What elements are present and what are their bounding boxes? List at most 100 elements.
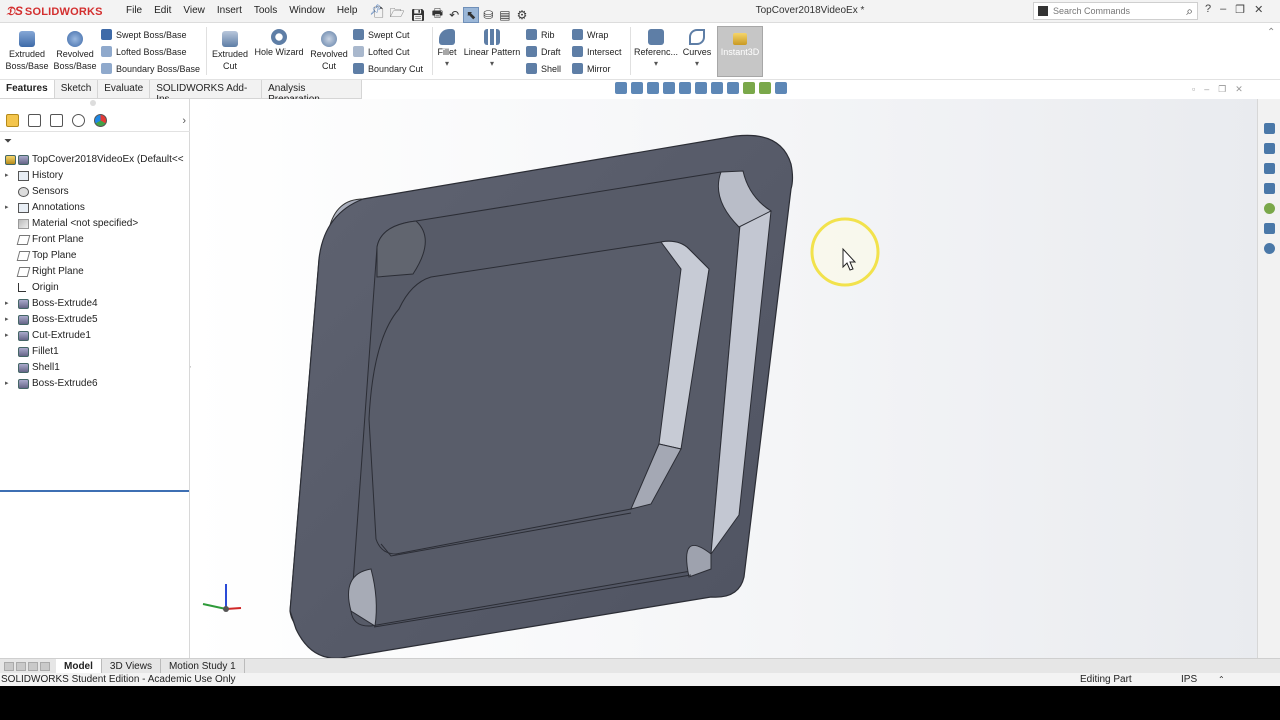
lofted-cut-button[interactable]: Lofted Cut [353, 46, 410, 57]
display-style-icon[interactable] [711, 82, 723, 94]
display-manager-tab-icon[interactable] [94, 114, 107, 127]
viewport-restore-icon[interactable]: ❐ [1218, 84, 1226, 95]
filter-icon[interactable]: ⏷ [4, 136, 12, 147]
fillet-button[interactable]: Fillet ▾ [434, 27, 460, 70]
viewport-minimize-icon[interactable]: – [1204, 84, 1209, 95]
solidworks-logo[interactable]: 𝔇S SOLIDWORKS [6, 3, 103, 20]
tree-item[interactable]: Origin [0, 280, 190, 296]
tree-item[interactable]: Fillet1 [0, 344, 190, 360]
options-icon[interactable]: ⚙ [515, 8, 530, 22]
tree-item[interactable]: ▸ Boss-Extrude5 [0, 312, 190, 328]
tree-item[interactable]: Front Plane [0, 232, 190, 248]
section-view-icon[interactable] [663, 82, 675, 94]
appearances-icon[interactable] [1264, 203, 1275, 214]
menu-edit[interactable]: Edit [148, 4, 177, 17]
expand-arrow-icon[interactable]: ▸ [5, 168, 9, 184]
new-document-icon[interactable]: 🗋 [372, 4, 386, 25]
dimxpert-manager-tab-icon[interactable] [72, 114, 85, 127]
search-scope-icon[interactable] [1038, 6, 1048, 16]
print-icon[interactable]: 🖶 [430, 4, 445, 25]
tree-item[interactable]: ▸ History [0, 168, 190, 184]
expand-arrow-icon[interactable]: ▸ [5, 328, 9, 344]
file-explorer-icon[interactable] [1264, 163, 1275, 174]
save-icon[interactable]: 💾︎ [409, 8, 428, 22]
search-input[interactable]: Search Commands [1053, 6, 1130, 16]
dynamic-annotation-icon[interactable] [679, 82, 691, 94]
tab-analysis-preparation[interactable]: Analysis Preparation [262, 80, 362, 105]
zoom-to-fit-icon[interactable] [615, 82, 627, 94]
undo-icon[interactable]: ↶ [447, 8, 461, 22]
view-settings-icon[interactable] [775, 82, 787, 94]
solidworks-forum-icon[interactable] [1264, 243, 1275, 254]
rib-button[interactable]: Rib [526, 29, 555, 40]
solidworks-resources-icon[interactable] [1264, 123, 1275, 134]
extruded-cut-button[interactable]: Extruded Cut [208, 29, 252, 72]
revolved-cut-button[interactable]: Revolved Cut [307, 29, 351, 72]
tab-features[interactable]: Features [0, 80, 55, 98]
swept-boss-button[interactable]: Swept Boss/Base [101, 29, 187, 40]
tab-sketch[interactable]: Sketch [55, 80, 99, 98]
prev-tab-icon[interactable] [16, 661, 26, 671]
minimize-icon[interactable]: – [1220, 3, 1226, 16]
view-orientation-icon[interactable] [695, 82, 707, 94]
tree-item[interactable]: ▸ Cut-Extrude1 [0, 328, 190, 344]
open-icon[interactable]: 🗁 [388, 4, 407, 25]
expand-arrow-icon[interactable]: ▸ [5, 296, 9, 312]
edit-appearance-icon[interactable] [743, 82, 755, 94]
curves-button[interactable]: Curves ▾ [681, 27, 713, 70]
file-properties-icon[interactable]: ▤ [497, 8, 512, 22]
design-library-icon[interactable] [1264, 143, 1275, 154]
reference-dropdown-icon[interactable]: ▾ [633, 58, 679, 70]
menu-view[interactable]: View [177, 4, 211, 17]
shell-button[interactable]: Shell [526, 63, 561, 74]
intersect-button[interactable]: Intersect [572, 46, 622, 57]
lofted-boss-button[interactable]: Lofted Boss/Base [101, 46, 187, 57]
tab-solidworks-add-ins[interactable]: SOLIDWORKS Add-Ins [150, 80, 263, 105]
panel-grip-icon[interactable] [90, 100, 96, 106]
search-commands[interactable]: Search Commands ⌕ [1033, 2, 1198, 20]
expand-arrow-icon[interactable]: ▸ [5, 312, 9, 328]
mirror-button[interactable]: Mirror [572, 63, 611, 74]
zoom-to-area-icon[interactable] [631, 82, 643, 94]
revolved-boss-button[interactable]: Revolved Boss/Base [52, 29, 98, 72]
unit-system[interactable]: IPS [1181, 673, 1197, 686]
search-icon[interactable]: ⌕ [1186, 4, 1193, 19]
close-icon[interactable]: ✕ [1254, 3, 1263, 16]
tree-item[interactable]: Sensors [0, 184, 190, 200]
reference-geometry-button[interactable]: Referenc... ▾ [633, 27, 679, 70]
menu-insert[interactable]: Insert [211, 4, 248, 17]
linear-pattern-button[interactable]: Linear Pattern ▾ [462, 27, 522, 70]
hide-show-items-icon[interactable] [727, 82, 739, 94]
tree-root-part[interactable]: TopCover2018VideoEx (Default<< [0, 152, 190, 168]
restore-icon[interactable]: ❐ [1235, 3, 1245, 16]
panel-expand-icon[interactable]: › [182, 115, 186, 127]
curves-dropdown-icon[interactable]: ▾ [681, 58, 713, 70]
tree-item[interactable]: Right Plane [0, 264, 190, 280]
instant3d-button[interactable]: Instant3D [717, 26, 763, 77]
unit-system-dropdown-icon[interactable]: ⌃ [1218, 673, 1225, 686]
first-tab-icon[interactable] [4, 661, 14, 671]
wrap-button[interactable]: Wrap [572, 29, 608, 40]
apply-scene-icon[interactable] [759, 82, 771, 94]
menu-tools[interactable]: Tools [248, 4, 283, 17]
viewport-close-icon[interactable]: ✕ [1235, 84, 1243, 95]
tree-item[interactable]: Material <not specified> [0, 216, 190, 232]
extruded-boss-button[interactable]: Extruded Boss/Base [4, 29, 50, 72]
tab-model[interactable]: Model [56, 658, 102, 674]
menu-help[interactable]: Help [331, 4, 364, 17]
fillet-dropdown-icon[interactable]: ▾ [434, 58, 460, 70]
tab-3d-views[interactable]: 3D Views [102, 658, 161, 674]
view-palette-icon[interactable] [1264, 183, 1275, 194]
boundary-cut-button[interactable]: Boundary Cut [353, 63, 423, 74]
part-model[interactable] [191, 99, 1257, 659]
property-manager-tab-icon[interactable] [28, 114, 41, 127]
menu-file[interactable]: File [120, 4, 148, 17]
draft-button[interactable]: Draft [526, 46, 561, 57]
last-tab-icon[interactable] [40, 661, 50, 671]
previous-view-icon[interactable] [647, 82, 659, 94]
tree-item[interactable]: ▸ Boss-Extrude4 [0, 296, 190, 312]
help-icon[interactable]: ? [1205, 3, 1211, 16]
collapse-ribbon-icon[interactable]: ⌃ [1267, 27, 1275, 38]
linear-pattern-dropdown-icon[interactable]: ▾ [462, 58, 522, 70]
graphics-area[interactable] [191, 99, 1257, 659]
